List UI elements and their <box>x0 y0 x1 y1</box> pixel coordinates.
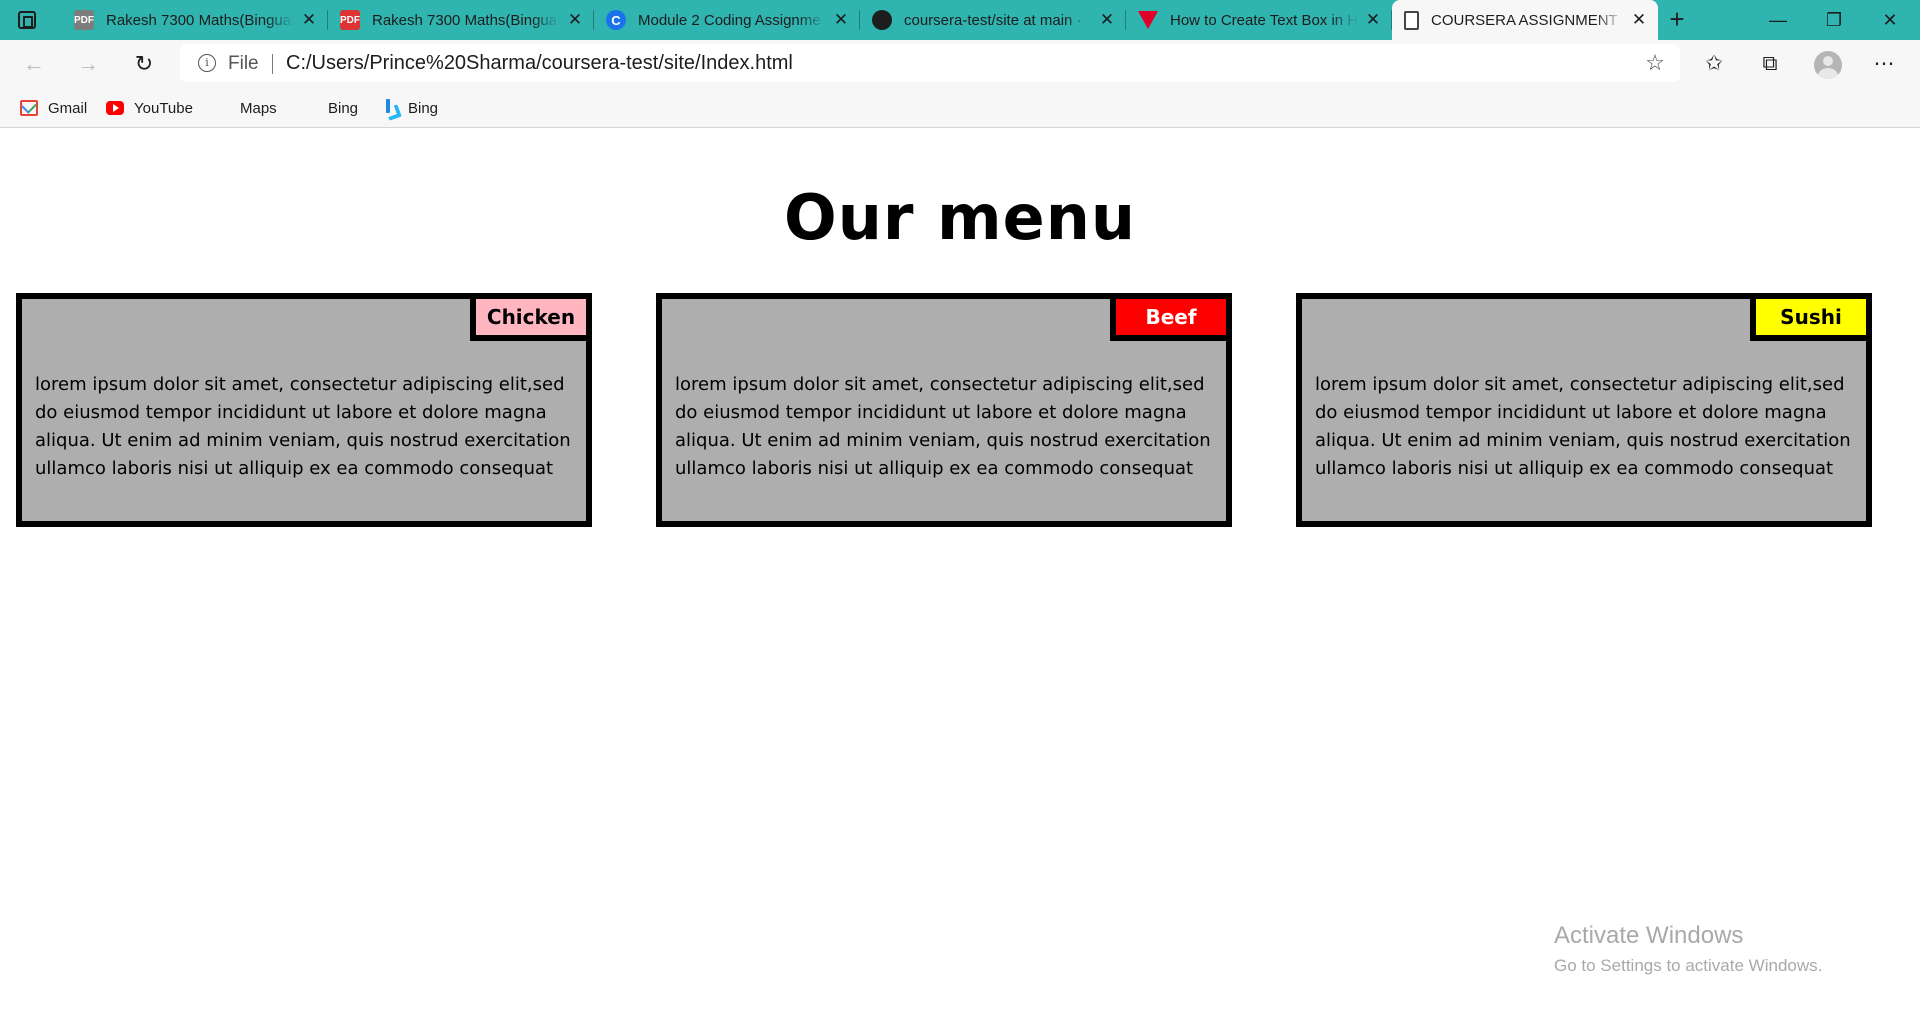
info-icon[interactable]: i <box>198 54 216 72</box>
activation-watermark: Activate Windows Go to Settings to activ… <box>1554 922 1822 976</box>
bookmark-maps[interactable]: Maps <box>216 96 277 246</box>
tab-2[interactable]: PDF Rakesh 7300 Maths(Bingual ✕ <box>328 0 594 40</box>
tab-5[interactable]: How to Create Text Box in H ✕ <box>1126 0 1392 40</box>
card-tag: Sushi <box>1750 293 1872 341</box>
tab-title: COURSERA ASSIGNMENT 2 <box>1431 11 1624 29</box>
tab-4[interactable]: coursera-test/site at main · ✕ <box>860 0 1126 40</box>
bookmark-label: Bing <box>328 99 359 117</box>
bookmark-label: Bing <box>408 99 439 117</box>
page-title: Our menu <box>784 181 1136 254</box>
favorites-icon[interactable]: ✩ <box>1698 48 1730 80</box>
close-icon[interactable]: ✕ <box>1098 11 1116 29</box>
bookmark-bing-2[interactable]: Bing <box>384 96 438 120</box>
bookmark-label: Gmail <box>48 99 88 117</box>
tab-3[interactable]: C Module 2 Coding Assignme ✕ <box>594 0 860 40</box>
tab-title: How to Create Text Box in H <box>1170 11 1358 29</box>
page-content: Our menu Chicken lorem ipsum dolor sit a… <box>0 129 1920 1030</box>
menu-card-sushi: Sushi lorem ipsum dolor sit amet, consec… <box>1296 293 1872 527</box>
document-icon <box>1404 10 1419 30</box>
new-tab-button[interactable]: + <box>1662 6 1692 33</box>
collections-icon[interactable]: ⧉ <box>1754 48 1786 80</box>
close-icon[interactable]: ✕ <box>1364 11 1382 29</box>
bookmarks-bar: Gmail YouTube Maps Bing Bing <box>0 88 1920 246</box>
bing-icon <box>384 99 398 117</box>
back-button[interactable]: ← <box>18 48 50 80</box>
refresh-button[interactable]: ↻ <box>128 48 160 80</box>
watermark-subtitle: Go to Settings to activate Windows. <box>1554 956 1823 975</box>
card-text: lorem ipsum dolor sit amet, consectetur … <box>1315 374 1851 479</box>
forward-button[interactable]: → <box>72 48 104 80</box>
minimize-button[interactable]: — <box>1750 0 1806 40</box>
tab-active[interactable]: COURSERA ASSIGNMENT 2 ✕ <box>1392 0 1658 40</box>
restore-button[interactable]: ❐ <box>1806 0 1862 40</box>
tab-title: Rakesh 7300 Maths(Bingual <box>106 11 294 29</box>
address-url[interactable]: C:/Users/Prince%20Sharma/coursera-test/s… <box>286 52 793 75</box>
address-scheme: File <box>228 53 259 74</box>
tab-title: Rakesh 7300 Maths(Bingual <box>372 11 560 29</box>
profile-avatar[interactable] <box>1814 51 1842 79</box>
menu-card-beef: Beef lorem ipsum dolor sit amet, consect… <box>656 293 1232 527</box>
bookmark-youtube[interactable]: YouTube <box>106 96 193 120</box>
bookmark-label: Maps <box>240 99 277 117</box>
close-icon[interactable]: ✕ <box>832 11 850 29</box>
menu-card-chicken: Chicken lorem ipsum dolor sit amet, cons… <box>16 293 592 527</box>
browser-toolbar: ← → ↻ i File C:/Users/Prince%20Sharma/co… <box>0 40 1920 88</box>
tab-1[interactable]: PDF Rakesh 7300 Maths(Bingual ✕ <box>62 0 328 40</box>
pdf-icon: PDF <box>340 10 360 30</box>
card-text: lorem ipsum dolor sit amet, consectetur … <box>35 374 571 479</box>
github-icon <box>872 10 892 30</box>
vector-icon <box>1138 11 1158 29</box>
close-icon[interactable]: ✕ <box>300 11 318 29</box>
gmail-icon <box>20 100 38 116</box>
add-favorite-icon[interactable]: ☆ <box>1642 50 1668 76</box>
close-icon[interactable]: ✕ <box>566 11 584 29</box>
address-bar[interactable]: i File C:/Users/Prince%20Sharma/coursera… <box>180 44 1680 82</box>
card-text: lorem ipsum dolor sit amet, consectetur … <box>675 374 1211 479</box>
tab-strip: PDF Rakesh 7300 Maths(Bingual ✕ PDF Rake… <box>0 0 1920 40</box>
youtube-icon <box>106 101 124 115</box>
tab-title: Module 2 Coding Assignme <box>638 11 821 29</box>
tab-actions-icon[interactable] <box>18 11 36 29</box>
bookmark-bing[interactable]: Bing <box>304 96 359 246</box>
watermark-title: Activate Windows <box>1554 922 1744 949</box>
bookmark-gmail[interactable]: Gmail <box>20 96 87 120</box>
tab-title: coursera-test/site at main · <box>904 11 1082 29</box>
card-tag: Chicken <box>470 293 592 341</box>
bookmark-label: YouTube <box>134 99 193 117</box>
close-window-button[interactable]: ✕ <box>1862 0 1918 40</box>
pdf-icon: PDF <box>74 10 94 30</box>
card-tag: Beef <box>1110 293 1232 341</box>
more-icon[interactable]: ⋯ <box>1868 48 1900 80</box>
coursera-icon: C <box>606 10 626 30</box>
close-icon[interactable]: ✕ <box>1630 11 1648 29</box>
